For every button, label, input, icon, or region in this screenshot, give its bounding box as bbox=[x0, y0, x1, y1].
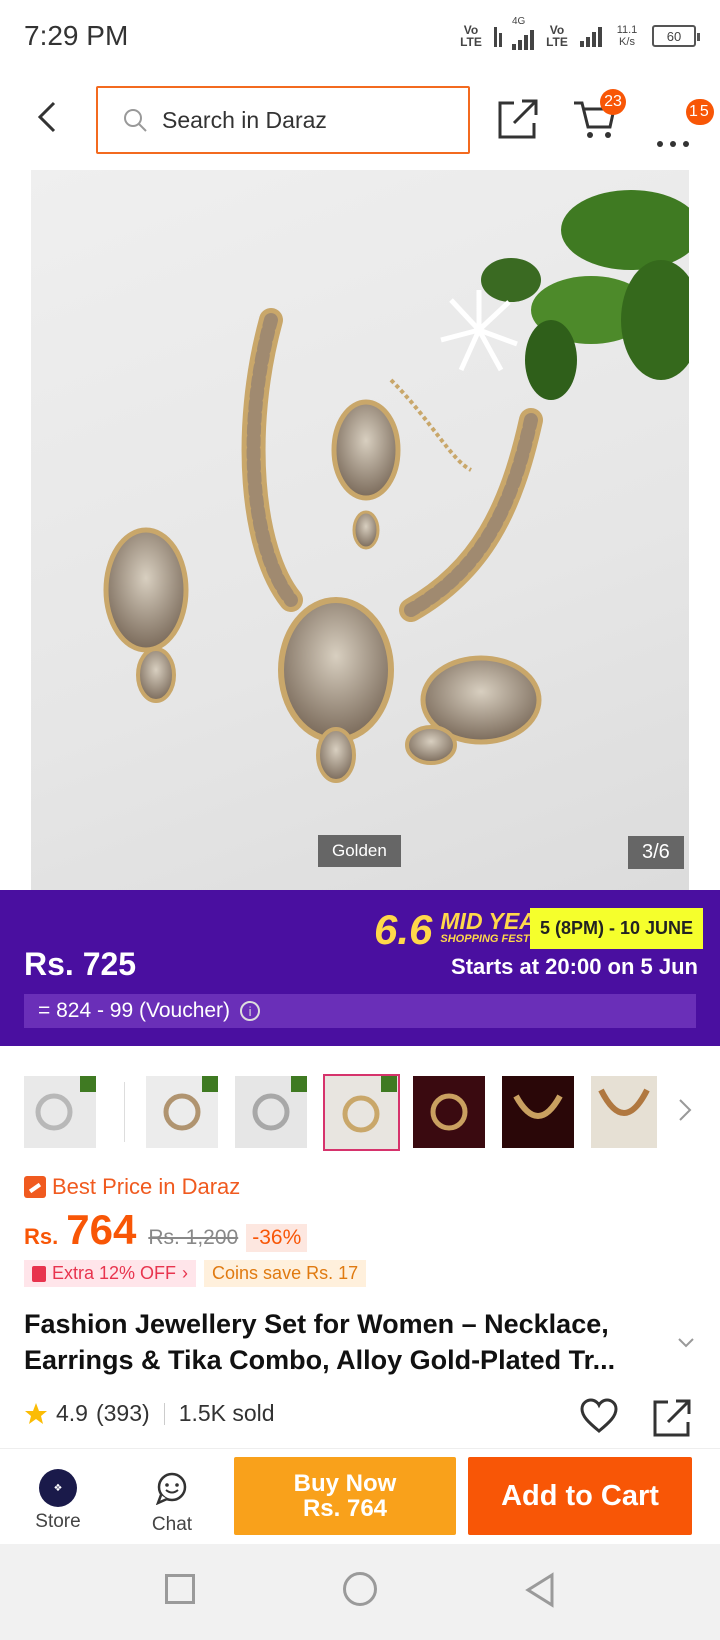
search-icon bbox=[124, 109, 147, 132]
thumbnail-image bbox=[513, 1094, 563, 1119]
system-nav-bar bbox=[0, 1544, 720, 1640]
event-number: 6.6 bbox=[374, 906, 433, 953]
price-row: Rs. 764 Rs. 1,200 -36% bbox=[24, 1206, 308, 1254]
discount-badge: -36% bbox=[246, 1224, 308, 1252]
rating-row[interactable]: 4.9 (393) 1.5K sold bbox=[24, 1400, 275, 1427]
status-time: 7:29 PM bbox=[24, 20, 129, 51]
share-icon[interactable] bbox=[652, 1398, 692, 1438]
review-count: (393) bbox=[95, 1400, 150, 1426]
volte-indicator-2: Vo LTE bbox=[546, 23, 568, 49]
event-start-text: Starts at 20:00 on 5 Jun bbox=[451, 954, 698, 979]
divider bbox=[163, 1402, 165, 1425]
add-to-cart-button[interactable]: Add to Cart bbox=[468, 1457, 692, 1535]
event-date-badge: 5 (8PM) - 10 JUNE bbox=[530, 908, 704, 949]
thumbnail-image bbox=[430, 1093, 468, 1131]
thumbnail[interactable] bbox=[413, 1076, 485, 1148]
more-dots-icon bbox=[657, 141, 689, 147]
variant-label: Golden bbox=[318, 835, 401, 867]
battery-icon: 60 bbox=[652, 25, 700, 47]
image-counter: 3/6 bbox=[628, 836, 684, 869]
network-speed: 11.1 K/s bbox=[616, 24, 638, 48]
chat-label: Chat bbox=[151, 1514, 193, 1535]
messages-count-badge: 15 bbox=[686, 99, 714, 125]
search-input[interactable]: Search in Daraz bbox=[96, 86, 470, 154]
extra-off-chip[interactable]: Extra 12% OFF › bbox=[24, 1260, 197, 1287]
thumbnail-image bbox=[35, 1076, 96, 1131]
info-icon[interactable]: i bbox=[240, 1001, 261, 1021]
thumbnail-image bbox=[252, 1076, 307, 1131]
thumbnail-image bbox=[342, 1076, 397, 1133]
thumbnail[interactable] bbox=[502, 1076, 574, 1148]
buy-now-price: Rs. 764 bbox=[302, 1495, 388, 1522]
chevron-down-icon[interactable] bbox=[676, 1332, 696, 1352]
battery-level: 60 bbox=[666, 28, 682, 44]
back-button[interactable] bbox=[30, 97, 70, 137]
store-logo: ❖ bbox=[39, 1469, 77, 1507]
product-image[interactable] bbox=[31, 170, 689, 890]
offer-chips: Extra 12% OFF › Coins save Rs. 17 bbox=[24, 1260, 367, 1287]
thumbnail-strip bbox=[0, 1072, 720, 1152]
heart-icon[interactable] bbox=[580, 1398, 618, 1434]
recents-button[interactable] bbox=[165, 1574, 195, 1604]
product-title: Fashion Jewellery Set for Women – Neckla… bbox=[24, 1309, 616, 1375]
cart-count-badge: 23 bbox=[600, 89, 626, 115]
original-price: Rs. 1,200 bbox=[148, 1226, 239, 1249]
jewellery-photo bbox=[103, 190, 689, 783]
search-placeholder: Search in Daraz bbox=[162, 106, 327, 133]
top-header: Search in Daraz 23 15 bbox=[0, 75, 720, 170]
rating-value: 4.9 bbox=[56, 1400, 88, 1426]
back-triangle-icon[interactable] bbox=[524, 1572, 556, 1608]
thumbnail[interactable] bbox=[235, 1076, 307, 1148]
share-icon bbox=[498, 99, 538, 139]
data-arrows-icon bbox=[494, 25, 502, 47]
bottom-action-bar: ❖ Store Chat Buy Now Rs. 764 Add to Cart bbox=[0, 1448, 720, 1544]
home-button[interactable] bbox=[343, 1572, 377, 1606]
chevron-right-icon: › bbox=[182, 1263, 189, 1283]
sold-count: 1.5K sold bbox=[178, 1400, 275, 1426]
status-bar: 7:29 PM Vo LTE 4G Vo LTE 11.1 K/s 60 bbox=[0, 0, 720, 75]
store-button[interactable]: ❖ Store bbox=[18, 1449, 98, 1545]
thumbnail-image bbox=[598, 1088, 650, 1116]
price-currency: Rs. bbox=[24, 1224, 59, 1249]
best-price-tag: Best Price in Daraz bbox=[24, 1174, 240, 1200]
best-price-label: Best Price in Daraz bbox=[52, 1174, 241, 1199]
buy-now-button[interactable]: Buy Now Rs. 764 bbox=[234, 1457, 456, 1535]
promo-banner[interactable]: Rs. 725 6.6 MID YEAR SHOPPING FEST! 5 (8… bbox=[0, 890, 720, 1046]
thumbnail-divider bbox=[124, 1082, 125, 1142]
promo-price: Rs. 725 bbox=[24, 946, 137, 982]
cart-button[interactable]: 23 bbox=[572, 89, 626, 141]
chat-icon bbox=[155, 1472, 187, 1506]
share-button[interactable] bbox=[496, 97, 540, 141]
voucher-icon bbox=[32, 1265, 46, 1282]
thumbnail-selected[interactable] bbox=[323, 1074, 400, 1151]
chevron-right-icon[interactable] bbox=[676, 1096, 694, 1124]
current-price: 764 bbox=[66, 1206, 137, 1253]
signal-4g-icon: 4G bbox=[512, 16, 534, 50]
thumbnail[interactable] bbox=[24, 1076, 96, 1148]
status-icons: Vo LTE 4G Vo LTE 11.1 K/s 60 bbox=[458, 16, 700, 52]
thumbnail[interactable] bbox=[146, 1076, 218, 1148]
best-price-icon bbox=[24, 1176, 46, 1198]
voucher-breakdown[interactable]: = 824 - 99 (Voucher) i bbox=[24, 994, 696, 1028]
coins-chip: Coins save Rs. 17 bbox=[204, 1260, 367, 1287]
buy-now-label: Buy Now bbox=[293, 1470, 397, 1497]
store-label: Store bbox=[35, 1511, 81, 1532]
thumbnail-image bbox=[163, 1076, 218, 1131]
voucher-text: = 824 - 99 (Voucher) bbox=[38, 999, 231, 1022]
event-logo: 6.6 MID YEAR SHOPPING FEST! bbox=[374, 906, 552, 954]
volte-indicator-1: Vo LTE bbox=[460, 23, 482, 49]
extra-off-label: Extra 12% OFF bbox=[52, 1263, 177, 1283]
thumbnail[interactable] bbox=[591, 1076, 657, 1148]
chevron-left-icon bbox=[37, 101, 56, 133]
signal-icon bbox=[580, 25, 602, 47]
chat-button[interactable]: Chat bbox=[132, 1449, 212, 1545]
star-icon bbox=[25, 1402, 47, 1424]
more-options-button[interactable]: 15 bbox=[652, 99, 714, 147]
